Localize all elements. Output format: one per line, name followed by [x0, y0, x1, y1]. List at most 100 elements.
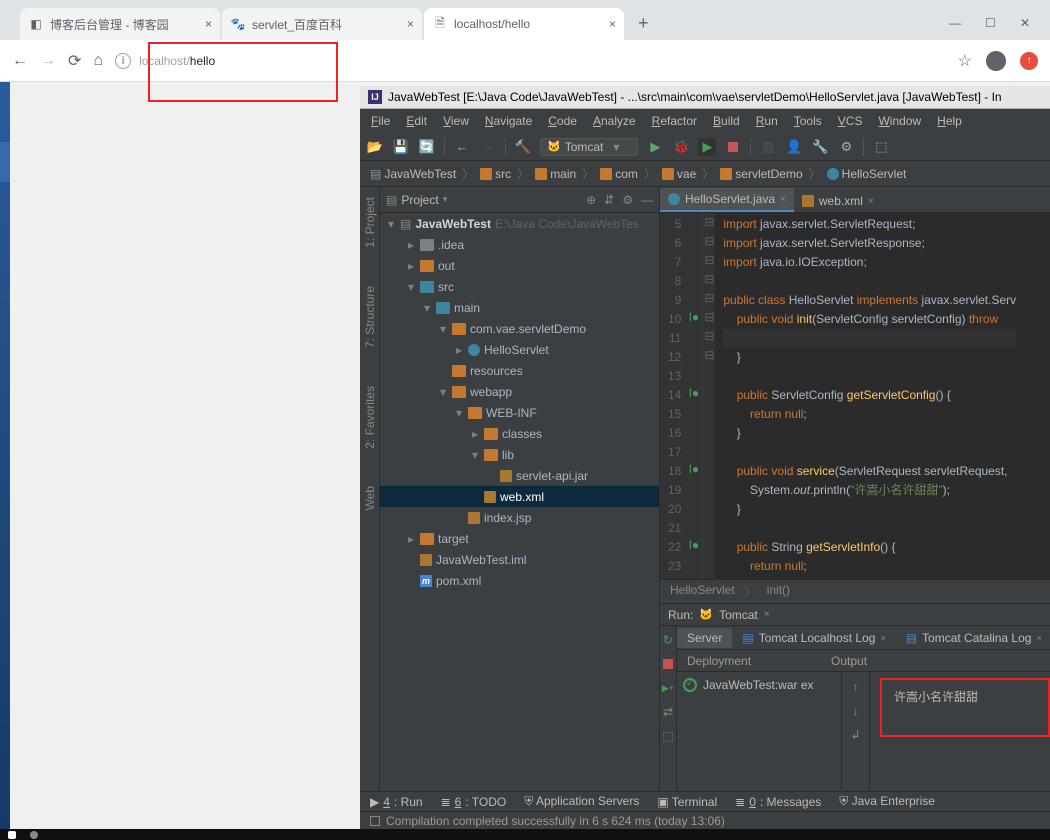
run-icon[interactable]: ▶	[646, 138, 664, 156]
options-icon[interactable]: ⇄	[660, 704, 676, 720]
scroll-down-icon[interactable]: ↓	[853, 704, 859, 718]
tree-item[interactable]: ▾ lib	[380, 444, 659, 465]
bottom-tool-item[interactable]: ⛨ Java Enterprise	[839, 794, 935, 809]
home-icon[interactable]: ⌂	[93, 52, 103, 70]
nav-forward-icon[interactable]: →	[479, 138, 497, 156]
menu-refactor[interactable]: Refactor	[645, 111, 704, 131]
scroll-up-icon[interactable]: ↑	[853, 680, 859, 694]
tree-item[interactable]: ▾ com.vae.servletDemo	[380, 318, 659, 339]
wrench-icon[interactable]: 🔧	[811, 138, 829, 156]
build-hammer-icon[interactable]: 🔨	[514, 138, 532, 156]
save-icon[interactable]: 💾	[392, 138, 410, 156]
taskbar-icon[interactable]	[30, 831, 38, 839]
tree-item[interactable]: index.jsp	[380, 507, 659, 528]
menu-window[interactable]: Window	[871, 111, 928, 131]
taskbar-icon[interactable]	[8, 831, 16, 839]
minimize-icon[interactable]: —	[949, 16, 961, 30]
tool-structure[interactable]: 7: Structure	[363, 282, 377, 352]
structure-icon[interactable]: ⬚	[872, 138, 890, 156]
breadcrumb-item[interactable]: ▤JavaWebTest	[366, 167, 460, 181]
back-icon[interactable]: ←	[12, 52, 28, 70]
close-tab-icon[interactable]: ×	[780, 194, 786, 205]
sync-icon[interactable]: 🔄	[418, 138, 436, 156]
menu-edit[interactable]: Edit	[399, 111, 434, 131]
tree-item[interactable]: ▾ main	[380, 297, 659, 318]
run-tab-localhost-log[interactable]: ▤Tomcat Localhost Log×	[732, 628, 895, 648]
info-icon[interactable]: i	[115, 53, 131, 69]
browser-tab-active[interactable]: 🗎 localhost/hello ×	[424, 8, 624, 40]
tree-item[interactable]: web.xml	[380, 486, 659, 507]
stop-icon[interactable]	[724, 138, 742, 156]
maximize-icon[interactable]: ☐	[985, 16, 996, 30]
gear-icon[interactable]: ⚙	[622, 193, 633, 207]
menu-vcs[interactable]: VCS	[831, 111, 870, 131]
deployment-artifact[interactable]: JavaWebTest:war ex	[683, 678, 835, 692]
extension-icon[interactable]: ↑	[1020, 52, 1038, 70]
coverage-icon[interactable]: ▶	[698, 138, 716, 156]
bottom-tool-item[interactable]: ≣ 6: TODO	[441, 795, 507, 809]
close-window-icon[interactable]: ✕	[1020, 16, 1030, 30]
project-tree[interactable]: ▾▤JavaWebTest E:\Java Code\JavaWebTes▸ .…	[380, 213, 659, 791]
browser-tab[interactable]: ◧ 博客后台管理 - 博客园 ×	[20, 8, 220, 40]
code-editor[interactable]: 567891011121314151617181920212223 I● I● …	[660, 213, 1050, 579]
soft-wrap-icon[interactable]: ↲	[850, 728, 860, 742]
run-config-combo[interactable]: 🐱 Tomcat ▾	[540, 138, 638, 156]
tree-item[interactable]: m pom.xml	[380, 570, 659, 591]
tree-item[interactable]: resources	[380, 360, 659, 381]
menu-analyze[interactable]: Analyze	[586, 111, 643, 131]
profile-avatar-icon[interactable]	[986, 51, 1006, 71]
close-run-tab-icon[interactable]: ×	[764, 609, 770, 620]
close-icon[interactable]: ×	[205, 17, 212, 31]
tree-item[interactable]: ▸ HelloServlet	[380, 339, 659, 360]
tree-item[interactable]: ▸ .idea	[380, 234, 659, 255]
run-tab-catalina-log[interactable]: ▤Tomcat Catalina Log×	[896, 628, 1050, 648]
menu-help[interactable]: Help	[930, 111, 969, 131]
tree-item[interactable]: servlet-api.jar	[380, 465, 659, 486]
tree-item[interactable]: ▸ target	[380, 528, 659, 549]
hide-icon[interactable]: —	[641, 193, 653, 207]
breadcrumb-item[interactable]: src	[476, 167, 515, 181]
menu-build[interactable]: Build	[706, 111, 747, 131]
breadcrumb-item[interactable]: HelloServlet	[823, 167, 911, 181]
project-header-label[interactable]: Project	[401, 193, 438, 207]
menu-view[interactable]: View	[436, 111, 476, 131]
stop-icon[interactable]	[660, 656, 676, 672]
bottom-tool-item[interactable]: ▣ Terminal	[657, 795, 717, 809]
layout-icon[interactable]: ⬚	[660, 728, 676, 744]
collapse-icon[interactable]: ⇵	[604, 193, 614, 207]
address-bar[interactable]: i localhost/hello	[115, 53, 946, 69]
nav-back-icon[interactable]: ←	[453, 138, 471, 156]
menu-file[interactable]: File	[364, 111, 397, 131]
close-icon[interactable]: ×	[609, 17, 616, 31]
run-tab-server[interactable]: Server	[677, 628, 732, 648]
bottom-tool-item[interactable]: ▶ 4: Run	[370, 795, 423, 809]
tree-item[interactable]: ▾ WEB-INF	[380, 402, 659, 423]
layout-icon[interactable]: ▥	[759, 138, 777, 156]
forward-icon[interactable]: →	[40, 52, 56, 70]
bottom-tool-item[interactable]: ⛨ Application Servers	[524, 794, 639, 809]
rerun-icon[interactable]: ↻	[660, 632, 676, 648]
windows-taskbar[interactable]	[0, 829, 1050, 840]
tree-item[interactable]: JavaWebTest.iml	[380, 549, 659, 570]
close-tab-icon[interactable]: ×	[868, 196, 874, 207]
tool-project[interactable]: 1: Project	[363, 193, 377, 252]
output-console[interactable]: 许嵩小名许甜甜	[870, 672, 1050, 791]
editor-tab[interactable]: web.xml ×	[794, 190, 882, 212]
code-text[interactable]: import javax.servlet.ServletRequest;impo…	[715, 213, 1016, 579]
bottom-tool-item[interactable]: ≣ 0: Messages	[735, 795, 821, 809]
breadcrumb-item[interactable]: vae	[658, 167, 700, 181]
breadcrumb-item[interactable]: main	[531, 167, 580, 181]
debug-icon[interactable]: 🐞	[672, 138, 690, 156]
breadcrumb-item[interactable]: servletDemo	[716, 167, 806, 181]
menu-navigate[interactable]: Navigate	[478, 111, 539, 131]
browser-tab[interactable]: 🐾 servlet_百度百科 ×	[222, 8, 422, 40]
new-tab-button[interactable]: +	[626, 7, 661, 40]
profile-icon[interactable]: 👤	[785, 138, 803, 156]
tree-item[interactable]: ▸ classes	[380, 423, 659, 444]
menu-run[interactable]: Run	[749, 111, 785, 131]
tree-item[interactable]: ▾ src	[380, 276, 659, 297]
tree-item[interactable]: ▸ out	[380, 255, 659, 276]
tool-favorites[interactable]: 2: Favorites	[363, 382, 377, 453]
tool-web[interactable]: Web	[363, 482, 377, 514]
open-icon[interactable]: 📂	[366, 138, 384, 156]
